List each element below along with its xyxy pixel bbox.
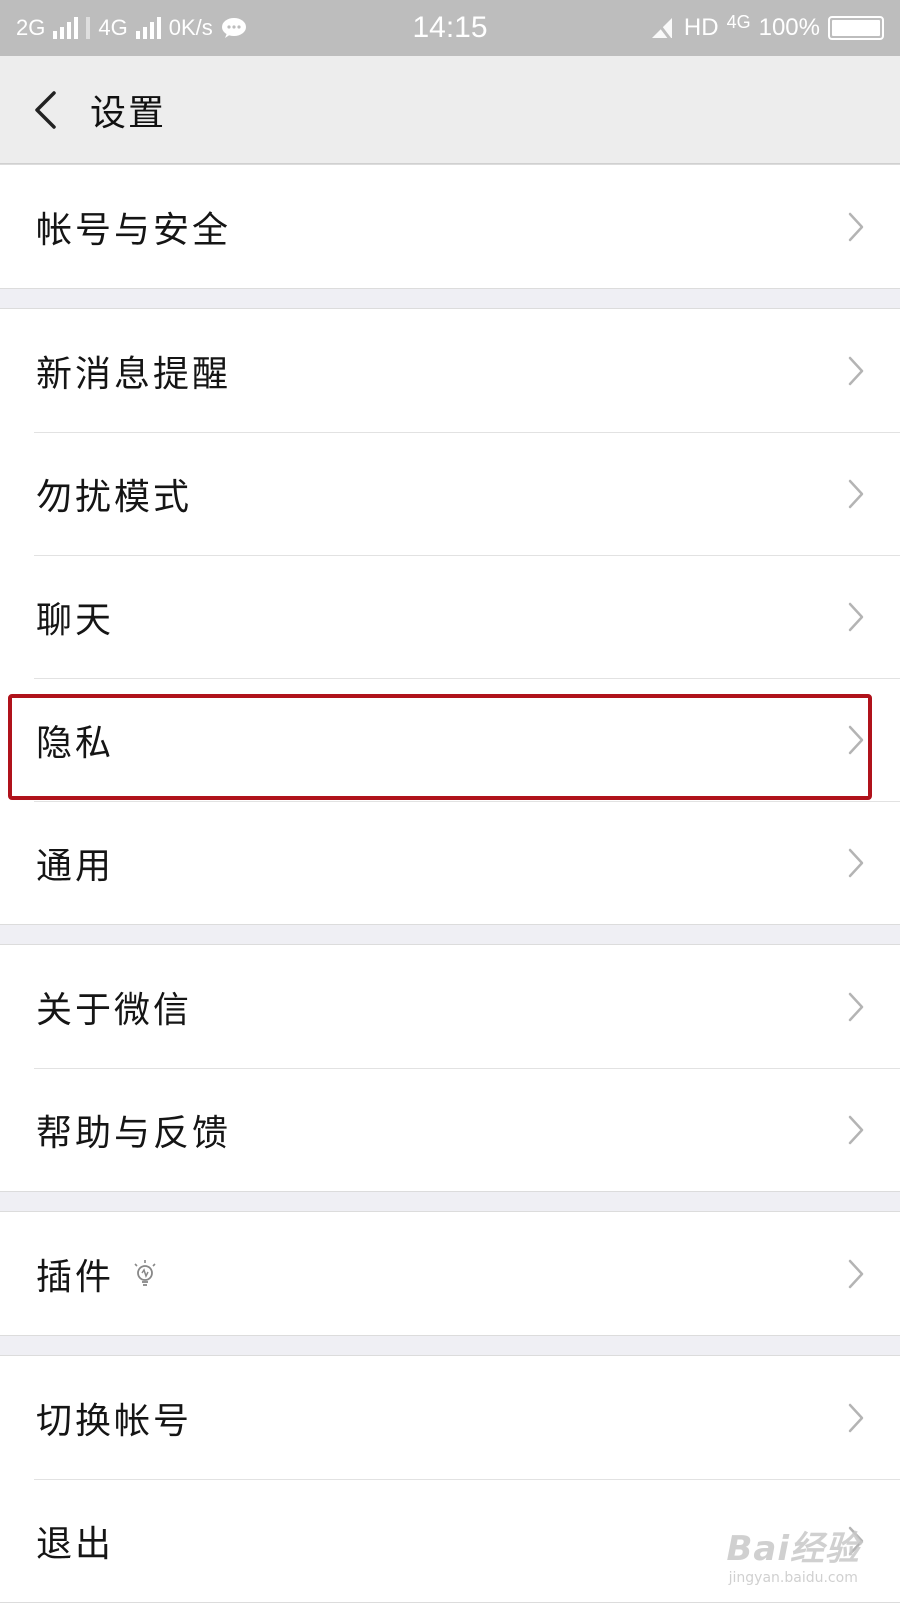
chevron-right-icon (846, 991, 866, 1023)
network-speed: 0K/s (169, 15, 213, 41)
page-title: 设置 (90, 84, 166, 136)
settings-item-label: 切换帐号 (36, 1392, 192, 1444)
status-left: 2G 4G 0K/s (16, 15, 356, 41)
chevron-right-icon (846, 478, 866, 510)
chevron-right-icon (846, 211, 866, 243)
sim2-label: 4G (98, 15, 127, 41)
settings-item-label: 聊天 (36, 591, 114, 643)
signal-icon-2 (136, 17, 161, 39)
status-bar: 2G 4G 0K/s 14:15 HD 4G 100% (0, 0, 900, 56)
sim1-label: 2G (16, 15, 45, 41)
lightbulb-icon (132, 1259, 158, 1289)
settings-item-about-wechat[interactable]: 关于微信 (0, 945, 900, 1068)
settings-group-plugins: 插件 (0, 1211, 900, 1336)
chevron-right-icon (846, 355, 866, 387)
settings-item-label: 通用 (36, 837, 114, 889)
settings-group-about: 关于微信 帮助与反馈 (0, 944, 900, 1192)
chevron-left-icon (32, 90, 58, 130)
network-type: 4G (727, 12, 751, 33)
group-gap (0, 1336, 900, 1355)
settings-group-account-actions: 切换帐号 退出 (0, 1355, 900, 1603)
chevron-right-icon (846, 1525, 866, 1557)
battery-icon (828, 16, 884, 40)
wifi-off-icon (650, 16, 676, 40)
top-bar: 设置 (0, 56, 900, 164)
battery-percent: 100% (759, 14, 820, 42)
hd-label: HD (684, 14, 719, 42)
back-button[interactable] (0, 56, 90, 164)
group-gap (0, 1192, 900, 1211)
chevron-right-icon (846, 601, 866, 633)
settings-item-privacy[interactable]: 隐私 (0, 678, 900, 801)
group-gap (0, 289, 900, 308)
settings-list: 帐号与安全 新消息提醒 勿扰模式 聊天 隐私 通用 关于微信 (0, 164, 900, 1603)
chevron-right-icon (846, 1258, 866, 1290)
settings-item-label: 帮助与反馈 (36, 1104, 231, 1156)
settings-item-notifications[interactable]: 新消息提醒 (0, 309, 900, 432)
chevron-right-icon (846, 847, 866, 879)
settings-item-label: 退出 (36, 1515, 114, 1567)
signal-divider-icon (86, 17, 90, 39)
group-gap (0, 925, 900, 944)
signal-icon (53, 17, 78, 39)
chevron-right-icon (846, 1114, 866, 1146)
chevron-right-icon (846, 724, 866, 756)
settings-item-account-security[interactable]: 帐号与安全 (0, 165, 900, 288)
settings-item-label: 插件 (36, 1248, 114, 1300)
settings-item-switch-account[interactable]: 切换帐号 (0, 1356, 900, 1479)
wechat-notification-icon (221, 17, 247, 39)
settings-group-account: 帐号与安全 (0, 164, 900, 289)
chevron-right-icon (846, 1402, 866, 1434)
settings-item-label: 关于微信 (36, 981, 192, 1033)
settings-group-main: 新消息提醒 勿扰模式 聊天 隐私 通用 (0, 308, 900, 925)
settings-item-general[interactable]: 通用 (0, 801, 900, 924)
settings-item-label: 勿扰模式 (36, 468, 192, 520)
settings-item-label: 新消息提醒 (36, 345, 231, 397)
settings-item-do-not-disturb[interactable]: 勿扰模式 (0, 432, 900, 555)
settings-item-logout[interactable]: 退出 (0, 1479, 900, 1602)
status-right: HD 4G 100% (650, 14, 884, 42)
settings-item-plugins[interactable]: 插件 (0, 1212, 900, 1335)
settings-item-chat[interactable]: 聊天 (0, 555, 900, 678)
settings-item-help-feedback[interactable]: 帮助与反馈 (0, 1068, 900, 1191)
settings-item-label: 帐号与安全 (36, 201, 231, 253)
settings-item-label: 隐私 (36, 714, 114, 766)
